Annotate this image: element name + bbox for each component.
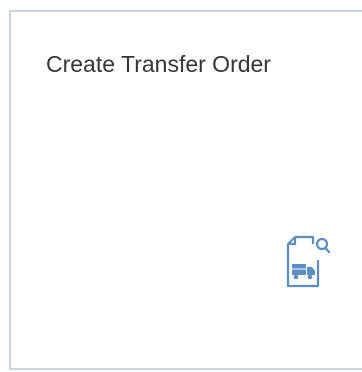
create-transfer-order-tile[interactable]: Create Transfer Order — [9, 10, 362, 370]
tile-title: Create Transfer Order — [46, 51, 271, 77]
document-truck-search-icon — [285, 234, 331, 292]
